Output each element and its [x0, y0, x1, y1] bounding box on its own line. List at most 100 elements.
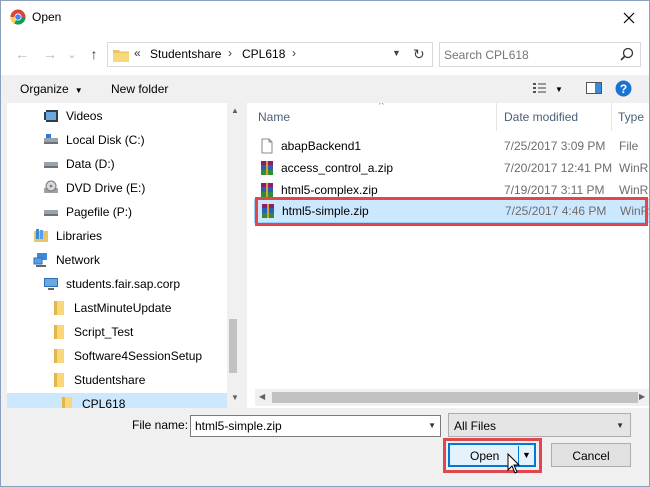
- file-name-combobox[interactable]: ▼: [190, 415, 441, 437]
- tree-item-label: Videos: [66, 109, 103, 123]
- tree-item-label: Local Disk (C:): [66, 133, 145, 147]
- tree-item-label: Studentshare: [74, 373, 146, 387]
- organize-button[interactable]: Organize ▼: [20, 82, 83, 96]
- view-dropdown-icon[interactable]: ▼: [555, 85, 563, 94]
- svg-text:?: ?: [620, 82, 627, 96]
- file-list[interactable]: ^ Name Date modified Type abapBackend1 7…: [247, 103, 649, 408]
- up-arrow-icon: ↑: [90, 46, 98, 62]
- tree-item-label: LastMinuteUpdate: [74, 301, 172, 315]
- tree-item-script-test[interactable]: Script_Test: [51, 321, 133, 343]
- tree-item-libraries[interactable]: Libraries: [33, 225, 102, 247]
- local-disk-icon: [43, 132, 59, 148]
- navigation-pane[interactable]: Videos Local Disk (C:) Data (D:) DVD Dri…: [7, 103, 237, 408]
- chevron-down-icon[interactable]: ▼: [392, 48, 401, 58]
- scroll-up-icon[interactable]: ▲: [231, 106, 237, 115]
- chevron-down-icon: ▼: [616, 421, 624, 430]
- breadcrumb-separator[interactable]: ›: [292, 46, 296, 60]
- chrome-icon: [10, 9, 26, 25]
- file-row[interactable]: abapBackend1 7/25/2017 3:09 PM File: [254, 135, 649, 157]
- open-file-dialog: Open ← → ⌄ ↑ « Studentshare › CPL618 › ▼…: [0, 0, 650, 487]
- tree-item-pagefile-p[interactable]: Pagefile (P:): [43, 201, 132, 223]
- tree-item-network[interactable]: Network: [33, 249, 100, 271]
- scrollbar-thumb[interactable]: [272, 392, 638, 403]
- column-header-name[interactable]: Name: [258, 103, 290, 131]
- tree-item-label: Software4SessionSetup: [74, 349, 203, 363]
- folder-icon: [51, 324, 67, 340]
- tree-item-software4sessionsetup[interactable]: Software4SessionSetup: [51, 345, 202, 367]
- search-input[interactable]: [444, 46, 614, 63]
- tree-item-label: Network: [56, 253, 101, 267]
- tree-item-cpl618[interactable]: CPL618: [7, 393, 227, 408]
- annotation-highlight-selected-file: [255, 197, 648, 226]
- scroll-left-icon[interactable]: ◀: [259, 392, 265, 401]
- tree-item-label: students.fair.sap.corp: [66, 277, 181, 291]
- tree-item-studentshare[interactable]: Studentshare: [51, 369, 145, 391]
- file-type-select[interactable]: All Files ▼: [448, 413, 631, 437]
- file-name: abapBackend1: [281, 139, 362, 153]
- organize-label: Organize: [20, 82, 69, 96]
- tree-item-students-fair-sap-corp[interactable]: students.fair.sap.corp: [43, 273, 180, 295]
- mouse-cursor-icon: [507, 453, 521, 474]
- tree-item-local-disk-c[interactable]: Local Disk (C:): [43, 129, 145, 151]
- file-type: WinR: [619, 161, 649, 175]
- forward-button[interactable]: →: [41, 45, 59, 63]
- tree-item-data-d[interactable]: Data (D:): [43, 153, 115, 175]
- close-button[interactable]: [611, 5, 647, 31]
- tree-item-label: CPL618: [82, 397, 126, 408]
- scroll-right-icon[interactable]: ▶: [639, 392, 645, 401]
- chevron-down-icon: ⌄: [67, 48, 77, 61]
- column-divider[interactable]: [611, 103, 612, 131]
- view-options-button[interactable]: [532, 81, 548, 98]
- navigation-bar: ← → ⌄ ↑ « Studentshare › CPL618 › ▼ ↻: [1, 33, 649, 75]
- scrollbar-thumb[interactable]: [229, 319, 237, 373]
- window-title: Open: [32, 10, 62, 24]
- libraries-icon: [33, 228, 49, 244]
- column-header-date-modified[interactable]: Date modified: [504, 103, 578, 131]
- winrar-archive-icon: [261, 183, 273, 197]
- file-name-input[interactable]: [195, 419, 415, 433]
- file-type: WinR: [619, 183, 649, 197]
- annotation-highlight-open-button: [443, 438, 542, 473]
- cancel-button[interactable]: Cancel: [551, 443, 631, 467]
- back-arrow-icon: ←: [15, 46, 29, 62]
- search-box[interactable]: [439, 42, 641, 67]
- column-header-type[interactable]: Type: [618, 103, 644, 131]
- scroll-down-icon[interactable]: ▼: [231, 393, 237, 402]
- file-type-value: All Files: [454, 419, 497, 433]
- close-icon: [623, 12, 635, 24]
- breadcrumb-studentshare[interactable]: Studentshare: [150, 47, 221, 61]
- search-icon: [620, 47, 634, 61]
- tree-item-lastminuteupdate[interactable]: LastMinuteUpdate: [51, 297, 171, 319]
- new-folder-button[interactable]: New folder: [111, 82, 168, 96]
- recent-locations-button[interactable]: ⌄: [63, 45, 81, 63]
- breadcrumb-overflow[interactable]: «: [134, 46, 141, 60]
- tree-item-label: DVD Drive (E:): [66, 181, 146, 195]
- file-name: access_control_a.zip: [281, 161, 394, 175]
- drive-icon: [43, 156, 59, 172]
- tree-item-dvd-drive-e[interactable]: DVD Drive (E:): [43, 177, 145, 199]
- tree-item-videos[interactable]: Videos: [43, 105, 102, 127]
- file-date: 7/20/2017 12:41 PM: [504, 161, 613, 175]
- forward-arrow-icon: →: [43, 46, 57, 62]
- horizontal-scrollbar[interactable]: ◀ ▶: [255, 389, 649, 406]
- refresh-icon[interactable]: ↻: [413, 46, 425, 63]
- view-list-icon: [533, 83, 546, 93]
- file-date: 7/19/2017 3:11 PM: [504, 183, 605, 197]
- sort-ascending-icon: ^: [379, 103, 384, 111]
- chevron-down-icon[interactable]: ▼: [428, 421, 436, 430]
- tree-item-label: Libraries: [56, 229, 103, 243]
- vertical-scrollbar[interactable]: ▲ ▼: [227, 103, 237, 408]
- up-button[interactable]: ↑: [85, 45, 103, 63]
- help-button[interactable]: ?: [615, 80, 632, 100]
- breadcrumb-separator[interactable]: ›: [228, 46, 232, 60]
- file-name-label: File name:: [132, 418, 189, 432]
- breadcrumb-cpl618[interactable]: CPL618: [242, 47, 285, 61]
- file-row[interactable]: access_control_a.zip 7/20/2017 12:41 PM …: [254, 157, 649, 179]
- address-bar[interactable]: « Studentshare › CPL618 › ▼ ↻: [107, 42, 433, 67]
- folder-icon: [51, 348, 67, 364]
- column-divider[interactable]: [496, 103, 497, 131]
- file-date: 7/25/2017 3:09 PM: [504, 139, 606, 153]
- preview-pane-button[interactable]: [586, 81, 602, 98]
- back-button[interactable]: ←: [13, 45, 31, 63]
- cancel-button-label: Cancel: [572, 449, 610, 463]
